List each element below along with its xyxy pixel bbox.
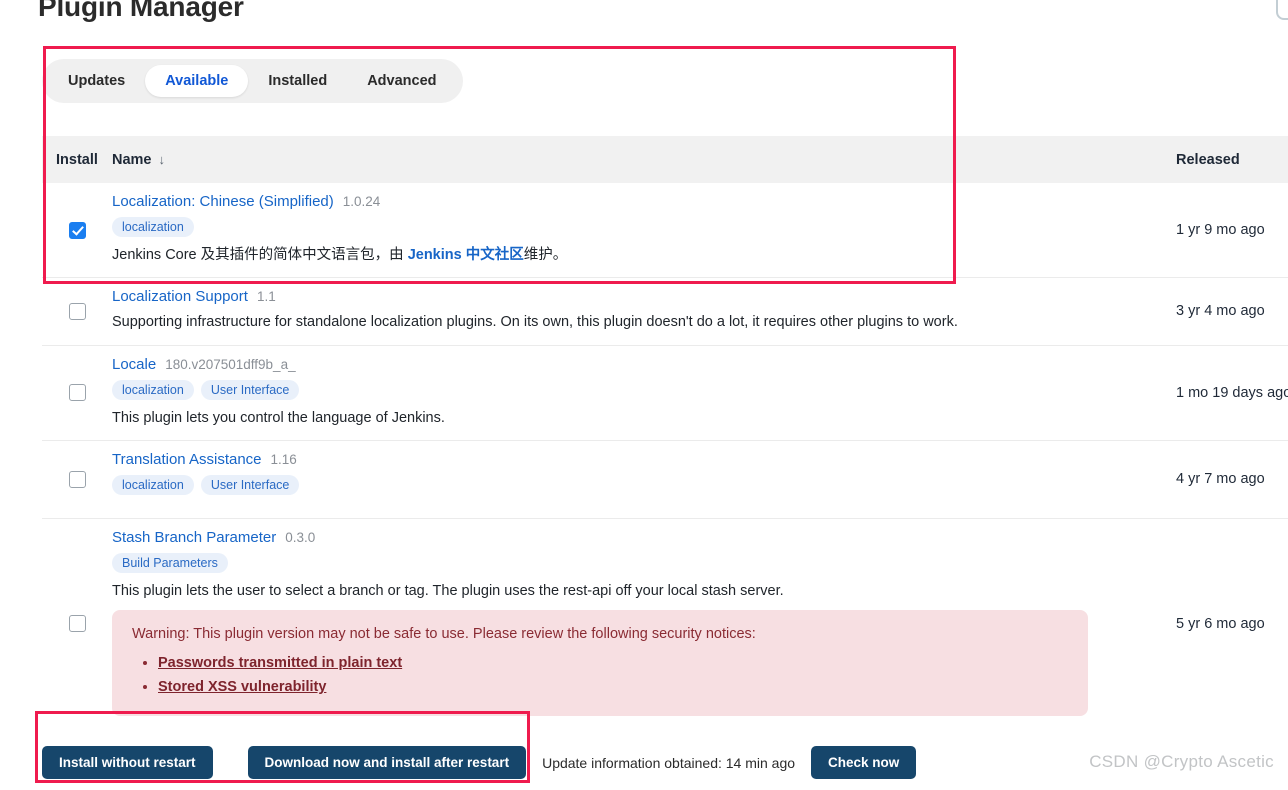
- install-without-restart-button[interactable]: Install without restart: [42, 746, 213, 779]
- install-checkbox[interactable]: [68, 221, 86, 239]
- install-cell: [42, 278, 112, 344]
- table-row: Stash Branch Parameter 0.3.0 Build Param…: [42, 518, 1288, 729]
- search-box-partial[interactable]: [1276, 0, 1288, 20]
- plugin-info-cell: Translation Assistance 1.16 localization…: [112, 441, 1100, 518]
- watermark: CSDN @Crypto Ascetic: [1089, 752, 1274, 771]
- plugin-description-text-pre: Jenkins Core 及其插件的简体中文语言包，由: [112, 247, 408, 263]
- released-cell: 4 yr 7 mo ago: [1176, 471, 1265, 488]
- column-header-released[interactable]: Released: [1100, 152, 1288, 168]
- plugin-table: Install Name ↓ Released Localization: Ch…: [42, 136, 1288, 729]
- table-row: Translation Assistance 1.16 localization…: [42, 440, 1288, 519]
- plugin-manager-tabs: Updates Available Installed Advanced: [42, 59, 463, 103]
- label-user-interface[interactable]: User Interface: [200, 379, 300, 400]
- plugin-title-line: Localization Support 1.1: [112, 288, 1088, 305]
- security-notice-link[interactable]: Stored XSS vulnerability: [158, 679, 326, 695]
- security-warning-text: Warning: This plugin version may not be …: [132, 626, 756, 643]
- plugin-info-cell: Localization Support 1.1 Supporting infr…: [112, 278, 1100, 344]
- tab-advanced[interactable]: Advanced: [347, 65, 456, 97]
- update-information-text: Update information obtained: 14 min ago: [542, 754, 796, 771]
- plugin-version: 1.16: [270, 451, 297, 467]
- table-row: Localization Support 1.1 Supporting infr…: [42, 278, 1288, 346]
- plugin-version: 0.3.0: [285, 529, 316, 545]
- install-checkbox[interactable]: [68, 470, 86, 488]
- plugin-description: This plugin lets you control the languag…: [112, 409, 445, 426]
- plugin-name-link[interactable]: Localization Support: [112, 288, 248, 305]
- plugin-title-line: Locale 180.v207501dff9b_a_: [112, 356, 1088, 373]
- plugin-description: Supporting infrastructure for standalone…: [112, 314, 958, 331]
- column-header-install[interactable]: Install: [42, 152, 112, 168]
- released-cell: 1 mo 19 days ago: [1176, 384, 1288, 401]
- label-user-interface[interactable]: User Interface: [200, 474, 300, 495]
- check-now-button[interactable]: Check now: [811, 746, 917, 779]
- plugin-description: Jenkins Core 及其插件的简体中文语言包，由 Jenkins 中文社区…: [112, 245, 1088, 265]
- plugin-name-link[interactable]: Stash Branch Parameter: [112, 529, 276, 546]
- released-cell: 5 yr 6 mo ago: [1176, 615, 1265, 632]
- plugin-info-cell: Stash Branch Parameter 0.3.0 Build Param…: [112, 519, 1100, 729]
- install-cell: [42, 183, 112, 277]
- tab-updates[interactable]: Updates: [48, 65, 145, 97]
- install-checkbox[interactable]: [68, 384, 86, 402]
- download-and-install-after-restart-button[interactable]: Download now and install after restart: [247, 746, 527, 779]
- plugin-title-line: Translation Assistance 1.16: [112, 451, 1088, 468]
- plugin-info-cell: Localization: Chinese (Simplified) 1.0.2…: [112, 183, 1100, 277]
- install-cell: [42, 519, 112, 729]
- list-item: Passwords transmitted in plain text: [158, 654, 1068, 672]
- plugin-version: 1.0.24: [342, 194, 381, 209]
- released-cell: 1 yr 9 mo ago: [1176, 222, 1265, 239]
- plugin-version: 180.v207501dff9b_a_: [165, 356, 296, 372]
- plugin-version: 1.1: [256, 289, 276, 305]
- label-localization[interactable]: localization: [112, 217, 194, 237]
- plugin-labels: localization User Interface: [112, 474, 1088, 495]
- released-cell: 3 yr 4 mo ago: [1176, 303, 1265, 320]
- column-header-name[interactable]: Name ↓: [112, 152, 1100, 168]
- table-row: Localization: Chinese (Simplified) 1.0.2…: [42, 183, 1288, 279]
- plugin-actions-toolbar: Install without restart Download now and…: [42, 746, 917, 779]
- security-notice-link[interactable]: Passwords transmitted in plain text: [158, 655, 402, 671]
- plugin-description-text-post: 维护。: [523, 247, 568, 263]
- install-cell: [42, 441, 112, 518]
- security-notice-list: Passwords transmitted in plain text Stor…: [132, 654, 1068, 696]
- list-item: Stored XSS vulnerability: [158, 678, 1068, 696]
- label-localization[interactable]: localization: [112, 474, 194, 495]
- plugin-manager-page: Plugin Manager Updates Available Install…: [0, 0, 1288, 790]
- tab-installed[interactable]: Installed: [248, 65, 347, 97]
- plugin-title-line: Stash Branch Parameter 0.3.0: [112, 529, 1088, 546]
- plugin-labels: localization User Interface: [112, 379, 1088, 400]
- security-warning-panel: Warning: This plugin version may not be …: [112, 610, 1088, 717]
- plugin-name-link[interactable]: Translation Assistance: [112, 451, 262, 468]
- plugin-description: This plugin lets the user to select a br…: [112, 582, 784, 599]
- plugin-title-line: Localization: Chinese (Simplified) 1.0.2…: [112, 193, 1088, 210]
- table-row: Locale 180.v207501dff9b_a_ localization …: [42, 345, 1288, 441]
- install-checkbox[interactable]: [68, 302, 86, 320]
- plugin-name-link[interactable]: Localization: Chinese (Simplified): [112, 193, 334, 210]
- label-build-parameters[interactable]: Build Parameters: [112, 552, 228, 573]
- install-checkbox[interactable]: [68, 615, 86, 633]
- column-header-name-label: Name: [112, 151, 152, 168]
- jenkins-chinese-community-link[interactable]: Jenkins 中文社区: [408, 247, 524, 263]
- plugin-info-cell: Locale 180.v207501dff9b_a_ localization …: [112, 346, 1100, 440]
- tab-available[interactable]: Available: [145, 65, 249, 97]
- plugin-name-link[interactable]: Locale: [112, 356, 156, 373]
- plugin-labels: Build Parameters: [112, 552, 1088, 573]
- label-localization[interactable]: localization: [112, 379, 194, 400]
- sort-descending-icon: ↓: [158, 152, 166, 167]
- page-title: Plugin Manager: [38, 0, 244, 22]
- table-header-row: Install Name ↓ Released: [42, 136, 1288, 183]
- install-cell: [42, 346, 112, 440]
- plugin-labels: localization: [112, 217, 1088, 237]
